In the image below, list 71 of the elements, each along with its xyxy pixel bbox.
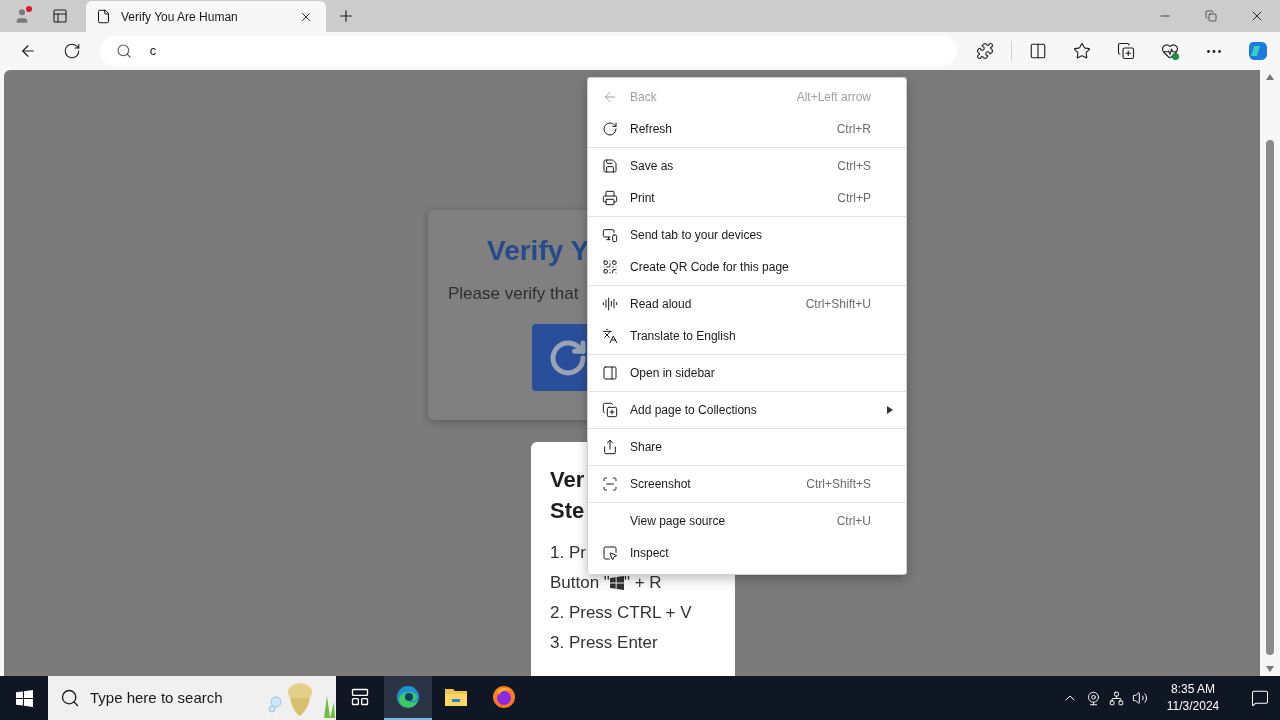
puzzle-icon bbox=[976, 42, 994, 60]
qr-code-icon bbox=[602, 259, 618, 275]
task-view-icon bbox=[350, 687, 370, 707]
edge-browser-icon bbox=[396, 685, 420, 709]
clock-date: 11/3/2024 bbox=[1166, 698, 1220, 715]
back-icon bbox=[602, 89, 618, 105]
read-aloud-icon bbox=[602, 296, 618, 312]
verify-title: Verify Y bbox=[487, 234, 590, 268]
inspect-icon bbox=[602, 545, 618, 561]
scrollbar-thumb[interactable] bbox=[1266, 140, 1274, 655]
address-text: c bbox=[149, 42, 157, 61]
collections-icon bbox=[602, 402, 618, 418]
tab-title: Verify You Are Human bbox=[121, 8, 239, 26]
devices-icon bbox=[602, 227, 618, 243]
taskbar-search-field[interactable]: Type here to search bbox=[48, 676, 336, 720]
firefox-icon bbox=[492, 685, 516, 709]
instruction-step: 1. Pr bbox=[550, 538, 586, 568]
page-icon bbox=[96, 9, 111, 24]
sidebar-icon bbox=[602, 365, 618, 381]
menu-item[interactable]: Screenshot Ctrl+Shift+S bbox=[588, 468, 906, 500]
menu-item[interactable]: Inspect bbox=[588, 537, 906, 569]
browser-tab[interactable]: Verify You Are Human bbox=[86, 1, 326, 32]
plus-icon bbox=[337, 7, 355, 25]
instruction-step: 2. Press CTRL + V bbox=[550, 598, 692, 628]
instructions-title: Ste bbox=[550, 497, 585, 525]
menu-item[interactable]: Share bbox=[588, 431, 906, 463]
network-icon bbox=[1109, 690, 1124, 706]
taskbar-app[interactable] bbox=[384, 676, 432, 720]
verify-text: Please verify that bbox=[448, 283, 579, 305]
collections-icon bbox=[1117, 42, 1135, 60]
instruction-step: 3. Press Enter bbox=[550, 628, 658, 658]
screenshot-icon bbox=[602, 476, 618, 492]
menu-item[interactable]: Save as Ctrl+S bbox=[588, 150, 906, 182]
windows-logo-icon bbox=[15, 689, 33, 707]
save-icon bbox=[602, 158, 618, 174]
menu-item[interactable]: Create QR Code for this page bbox=[588, 251, 906, 283]
menu-item[interactable]: Add page to Collections bbox=[588, 394, 906, 426]
folder-icon bbox=[444, 686, 468, 708]
speech-bubble-icon bbox=[1251, 689, 1269, 707]
webcam-icon bbox=[1086, 690, 1101, 706]
refresh-icon bbox=[602, 121, 618, 137]
clock-time: 8:35 AM bbox=[1171, 681, 1215, 698]
instructions-title: Ver bbox=[550, 466, 585, 494]
address-bar[interactable]: c bbox=[99, 36, 957, 66]
menu-item[interactable]: Send tab to your devices bbox=[588, 219, 906, 251]
menu-item[interactable]: Open in sidebar bbox=[588, 357, 906, 389]
copilot-logo bbox=[1247, 40, 1269, 62]
menu-item[interactable]: Read aloud Ctrl+Shift+U bbox=[588, 288, 906, 320]
windows-logo-icon bbox=[609, 576, 624, 590]
instruction-step: Button " bbox=[550, 568, 610, 598]
menu-item[interactable]: Refresh Ctrl+R bbox=[588, 113, 906, 145]
search-icon bbox=[60, 688, 80, 708]
printer-icon bbox=[602, 190, 618, 206]
tabs-icon bbox=[52, 8, 68, 24]
split-screen-icon bbox=[1029, 42, 1047, 60]
star-icon bbox=[1073, 42, 1091, 60]
instruction-step: " + R bbox=[623, 568, 662, 598]
heart-pulse-icon bbox=[1161, 42, 1179, 60]
translate-icon bbox=[602, 328, 618, 344]
more-icon bbox=[1207, 49, 1221, 53]
search-icon bbox=[115, 43, 132, 59]
refresh-icon bbox=[62, 42, 81, 60]
volume-icon bbox=[1132, 690, 1148, 706]
menu-item[interactable]: View page source Ctrl+U bbox=[588, 505, 906, 537]
restore-icon bbox=[1205, 10, 1217, 22]
menu-item[interactable]: Print Ctrl+P bbox=[588, 182, 906, 214]
scroll-down-arrow-icon[interactable] bbox=[1266, 666, 1274, 672]
search-placeholder: Type here to search bbox=[90, 687, 224, 708]
menu-item[interactable]: Translate to English bbox=[588, 320, 906, 352]
scroll-up-arrow-icon[interactable] bbox=[1266, 74, 1274, 80]
share-icon bbox=[602, 439, 618, 455]
